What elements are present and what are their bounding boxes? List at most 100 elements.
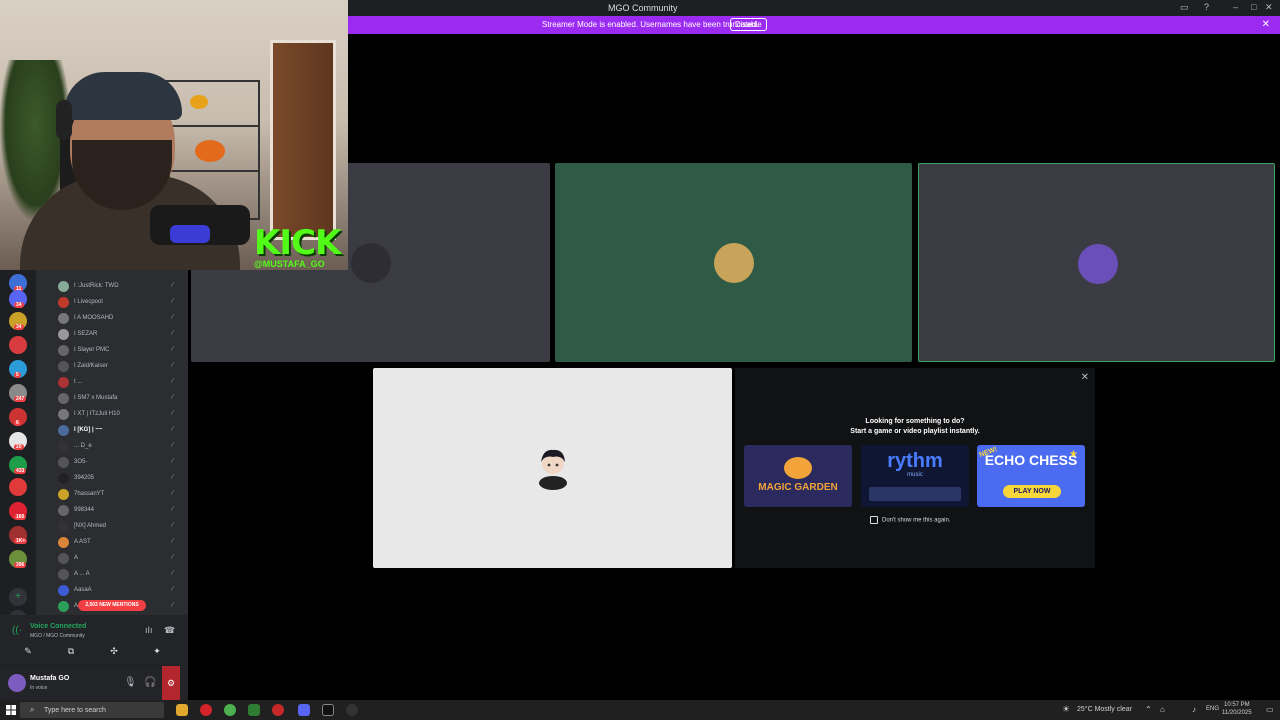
server-mention-badge: 20 [14, 444, 24, 450]
game-card-rythm[interactable]: rythm music [861, 445, 969, 507]
member-row[interactable]: I XT | ITzJuli H10 ⁄ [36, 406, 188, 422]
camera-off-icon[interactable]: ✎ [14, 646, 42, 660]
member-row[interactable]: I Zaid/Kaiser ⁄ [36, 358, 188, 374]
member-row[interactable]: A AST ⁄ [36, 534, 188, 550]
activities-icon[interactable]: ✣ [100, 646, 128, 660]
participant-tile[interactable] [918, 163, 1275, 362]
signal-icon[interactable]: ((· [12, 625, 22, 636]
noise-suppression-icon[interactable]: ıIı [145, 625, 153, 635]
taskbar-search[interactable]: ⌕ Type here to search [20, 702, 164, 718]
app-icon[interactable] [248, 704, 260, 716]
close-window-button[interactable]: ✕ [1265, 2, 1273, 13]
member-row[interactable]: I :JustRick: TWD ⁄ [36, 278, 188, 294]
tray-chevron-icon[interactable]: ⌃ [1145, 705, 1152, 714]
member-row[interactable]: I Slayer PMC ⁄ [36, 342, 188, 358]
maximize-button[interactable]: □ [1251, 2, 1256, 12]
member-row[interactable]: 394205 ⁄ [36, 470, 188, 486]
volume-icon[interactable]: ♪ [1192, 705, 1196, 714]
network-icon[interactable]: ⌂ [1160, 705, 1165, 714]
capcut-icon[interactable] [322, 704, 334, 716]
dont-show-again[interactable]: Don't show me this again. [870, 516, 951, 524]
server-icon[interactable] [9, 478, 27, 496]
disable-streamer-mode-button[interactable]: Disable [730, 18, 767, 31]
windows-taskbar: ⌕ Type here to search ☀ 25°C Mostly clea… [0, 700, 1280, 720]
activity-suggestion-card: ✕ Looking for something to do? Start a g… [735, 368, 1095, 568]
member-row[interactable]: A ⁄ [36, 550, 188, 566]
language-indicator[interactable]: ENG [1206, 706, 1219, 712]
member-row[interactable]: I A MOOSAHD ⁄ [36, 310, 188, 326]
help-icon[interactable]: ? [1204, 2, 1209, 12]
mic-muted-icon: ⁄ [172, 554, 174, 561]
chrome-icon[interactable] [224, 704, 236, 716]
avatar [58, 425, 69, 436]
server-mention-badge: 5 [14, 372, 21, 378]
close-activity-icon[interactable]: ✕ [1081, 372, 1089, 383]
game-title: rythm [887, 450, 943, 472]
shelf-board [160, 170, 260, 172]
username[interactable]: Mustafa GO [30, 675, 69, 682]
voice-connected-label[interactable]: Voice Connected [30, 623, 86, 630]
windows-start-icon[interactable] [6, 705, 16, 715]
member-row[interactable]: I Livecpool ⁄ [36, 294, 188, 310]
disconnect-icon[interactable]: ☎ [164, 625, 175, 636]
discord-icon[interactable] [298, 704, 310, 716]
member-name: A AST [74, 539, 91, 545]
dont-show-checkbox[interactable] [870, 516, 878, 524]
member-row[interactable]: AasaA ⁄ [36, 582, 188, 598]
avatar [58, 585, 69, 596]
clock-date[interactable]: 11/20/2025 [1222, 710, 1252, 716]
clock-time[interactable]: 10:57 PM [1224, 702, 1250, 708]
headset [56, 100, 72, 140]
game-card-echo-chess[interactable]: NEW! ECHO CHESS ★ PLAY NOW [977, 445, 1085, 507]
mic-muted-icon: ⁄ [172, 602, 174, 609]
participant-tile[interactable] [555, 163, 912, 362]
spotlight-tile[interactable] [373, 368, 732, 568]
settings-gear-icon[interactable]: ⚙ [162, 666, 180, 701]
new-mentions-pill[interactable]: 2,503 NEW MENTIONS [78, 600, 146, 611]
member-row[interactable]: I ... ⁄ [36, 374, 188, 390]
member-row[interactable]: A ... A ⁄ [36, 566, 188, 582]
mic-muted-icon: ⁄ [172, 570, 174, 577]
member-row[interactable]: ... D_e ⁄ [36, 438, 188, 454]
notifications-icon[interactable]: ▭ [1266, 705, 1274, 714]
search-icon: ⌕ [30, 705, 35, 714]
avatar [58, 489, 69, 500]
member-row[interactable]: I SEZAR ⁄ [36, 326, 188, 342]
weather-text[interactable]: 25°C Mostly clear [1077, 706, 1132, 713]
avatar[interactable] [8, 674, 26, 692]
game-card-magic-garden[interactable]: MAGIC GARDEN [744, 445, 852, 507]
voice-channel-label[interactable]: MGO / MGO Community [30, 633, 85, 639]
member-row[interactable]: [NX] Ahmed ⁄ [36, 518, 188, 534]
avatar [58, 409, 69, 420]
mic-muted-icon: ⁄ [172, 410, 174, 417]
mic-icon[interactable]: 🎙 [124, 677, 137, 688]
headphones-icon[interactable]: 🎧 [144, 677, 156, 688]
obs-icon[interactable] [272, 704, 284, 716]
mic-muted-icon: ⁄ [172, 586, 174, 593]
avatar [58, 521, 69, 532]
close-banner-icon[interactable]: ✕ [1262, 19, 1270, 30]
window-title: MGO Community [608, 3, 678, 13]
inbox-icon[interactable]: ▭ [1180, 2, 1189, 13]
activity-heading: Looking for something to do? [865, 418, 965, 425]
member-row[interactable]: 998344 ⁄ [36, 502, 188, 518]
mic-muted-icon: ⁄ [172, 490, 174, 497]
member-row[interactable]: I [KG] | ~~ ⁄ [36, 422, 188, 438]
mic-muted-icon: ⁄ [172, 442, 174, 449]
file-explorer-icon[interactable] [176, 704, 188, 716]
server-icon[interactable] [9, 336, 27, 354]
member-row[interactable]: 7hassanYT ⁄ [36, 486, 188, 502]
play-now-button[interactable]: PLAY NOW [1003, 485, 1061, 498]
member-name: 998344 [74, 507, 95, 513]
screen-share-icon[interactable]: ⧉ [57, 646, 85, 660]
participant-avatar [1077, 243, 1118, 284]
media-player-icon[interactable] [346, 704, 358, 716]
opera-icon[interactable] [200, 704, 212, 716]
member-row[interactable]: I SM7 x Mustafa ⁄ [36, 390, 188, 406]
minimize-button[interactable]: – [1233, 2, 1238, 12]
game-subtitle: music [907, 472, 923, 478]
add-server-icon[interactable]: + [9, 588, 27, 606]
soundboard-icon[interactable]: ✦ [143, 646, 171, 660]
member-row[interactable]: 3O5- ⁄ [36, 454, 188, 470]
mic-muted-icon: ⁄ [172, 282, 174, 289]
